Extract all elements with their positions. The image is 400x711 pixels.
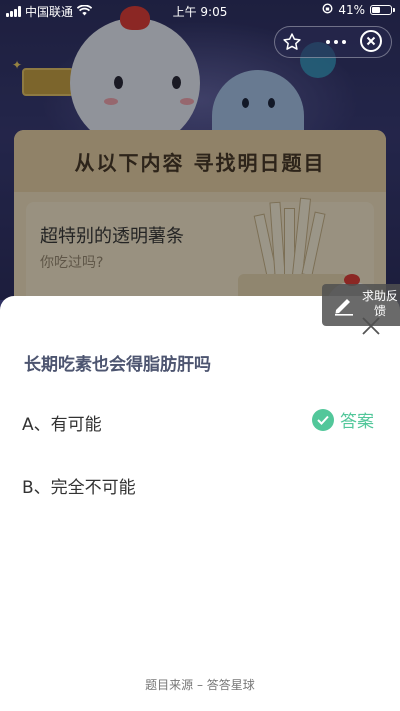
question-text: 长期吃素也会得脂肪肝吗 <box>24 355 211 375</box>
more-button[interactable] <box>318 30 354 54</box>
option-a[interactable]: A、有可能 <box>22 410 102 435</box>
star-icon <box>283 33 301 50</box>
battery-percent: 41% <box>338 3 365 17</box>
close-icon <box>366 36 376 46</box>
pencil-icon <box>335 299 353 316</box>
option-b[interactable]: B、完全不可能 <box>22 473 136 498</box>
help-feedback-label: 求助反馈 <box>362 289 399 318</box>
answer-badge: 答案 <box>312 407 374 432</box>
answer-label: 答案 <box>340 412 374 432</box>
exit-button[interactable] <box>360 30 382 52</box>
question-source: 题目来源 – 答答星球 <box>145 678 255 692</box>
help-feedback-button[interactable]: 求助反馈 <box>322 284 400 326</box>
favorite-star-button[interactable] <box>279 30 305 54</box>
status-bar: 中国联通 上午 9:05 41% <box>0 0 400 22</box>
check-icon <box>312 408 334 431</box>
battery-icon <box>370 5 395 15</box>
orientation-lock-icon <box>322 3 333 17</box>
